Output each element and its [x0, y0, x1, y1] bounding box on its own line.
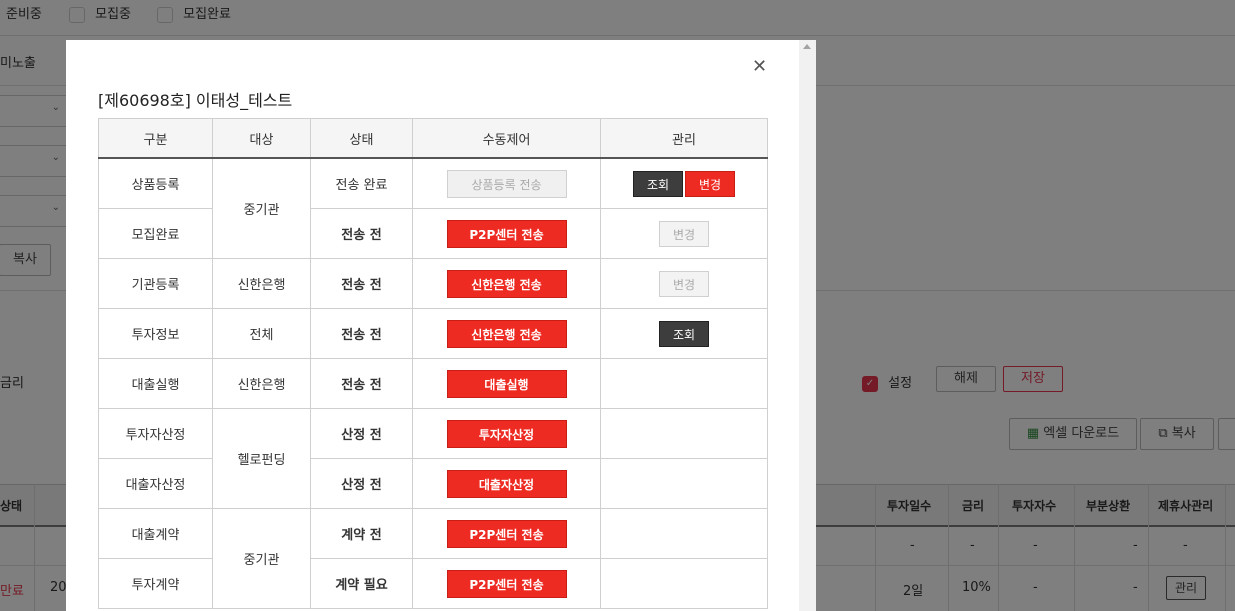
close-icon[interactable]: ✕	[752, 56, 767, 77]
view-button[interactable]: 조회	[659, 320, 709, 347]
cell-status: 전송 전	[310, 208, 413, 259]
table-row: 대출실행 신한은행 전송 전 대출실행	[98, 358, 768, 409]
cell-status: 산정 전	[310, 458, 413, 509]
table-row: 모집완료 전송 전 P2P센터 전송 변경	[98, 208, 768, 259]
cell-status: 계약 필요	[310, 558, 413, 609]
table-row: 기관등록 신한은행 전송 전 신한은행 전송 변경	[98, 258, 768, 309]
cell-manual-control: 대출실행	[412, 358, 601, 409]
manual-control-button: 상품등록 전송	[446, 169, 567, 198]
table-row: 대출자산정 산정 전 대출자산정	[98, 458, 768, 509]
manual-control-button[interactable]: 신한은행 전송	[446, 319, 567, 348]
cell-manual-control: 투자자산정	[412, 408, 601, 459]
cell-category: 투자정보	[98, 308, 213, 359]
manual-control-button[interactable]: P2P센터 전송	[446, 519, 567, 548]
change-button: 변경	[659, 220, 709, 247]
cell-manage	[600, 408, 768, 459]
cell-manage: 변경	[600, 258, 768, 309]
cell-status: 계약 전	[310, 508, 413, 559]
cell-manage	[600, 508, 768, 559]
manual-control-button[interactable]: 대출자산정	[446, 469, 567, 498]
cell-manage: 조회 변경	[600, 157, 768, 209]
manual-control-button[interactable]: P2P센터 전송	[446, 219, 567, 248]
manual-control-button[interactable]: P2P센터 전송	[446, 569, 567, 598]
cell-manual-control: 신한은행 전송	[412, 258, 601, 309]
cell-status: 전송 전	[310, 258, 413, 309]
cell-category: 모집완료	[98, 208, 213, 259]
cell-manual-control: 신한은행 전송	[412, 308, 601, 359]
cell-category: 대출자산정	[98, 458, 213, 509]
cell-manual-control: 상품등록 전송	[412, 157, 601, 209]
cell-manage	[600, 458, 768, 509]
table-row: 상품등록 중기관 전송 완료 상품등록 전송 조회 변경	[98, 157, 768, 259]
th-manual-control: 수동제어	[412, 118, 601, 159]
modal-title: [제60698호] 이태성_테스트	[98, 91, 293, 110]
cell-target: 중기관	[212, 157, 311, 259]
table-row: 투자자산정 헬로펀딩 산정 전 투자자산정	[98, 408, 768, 509]
cell-category: 투자자산정	[98, 408, 213, 459]
cell-target: 전체	[212, 308, 311, 359]
cell-category: 대출계약	[98, 508, 213, 559]
table-row: 대출계약 중기관 계약 전 P2P센터 전송	[98, 508, 768, 609]
change-button[interactable]: 변경	[685, 170, 735, 197]
cell-target: 헬로펀딩	[212, 408, 311, 509]
cell-status: 전송 전	[310, 308, 413, 359]
cell-target: 중기관	[212, 508, 311, 609]
manual-control-button[interactable]: 대출실행	[446, 369, 567, 398]
cell-category: 상품등록	[98, 157, 213, 209]
manual-control-button[interactable]: 신한은행 전송	[446, 269, 567, 298]
th-category: 구분	[98, 118, 213, 159]
change-button: 변경	[659, 270, 709, 297]
cell-manage	[600, 558, 768, 609]
cell-status: 산정 전	[310, 408, 413, 459]
cell-status: 전송 완료	[310, 157, 413, 209]
manual-control-button[interactable]: 투자자산정	[446, 419, 567, 448]
cell-manage	[600, 358, 768, 409]
scroll-up-arrow-icon[interactable]	[803, 44, 811, 49]
control-table: 구분 대상 상태 수동제어 관리 상품등록 중기관 전송 완료 상품등록 전송 조회 변경…	[98, 118, 768, 609]
cell-category: 대출실행	[98, 358, 213, 409]
table-row: 투자정보 전체 전송 전 신한은행 전송 조회	[98, 308, 768, 359]
table-header-row: 구분 대상 상태 수동제어 관리	[98, 118, 768, 159]
scrollbar[interactable]	[799, 40, 816, 611]
cell-target: 신한은행	[212, 358, 311, 409]
view-button[interactable]: 조회	[633, 170, 683, 197]
cell-manual-control: P2P센터 전송	[412, 508, 601, 559]
table-row: 투자계약 계약 필요 P2P센터 전송	[98, 558, 768, 609]
cell-manual-control: P2P센터 전송	[412, 558, 601, 609]
control-modal: ✕ [제60698호] 이태성_테스트 구분 대상 상태 수동제어 관리 상품등…	[66, 40, 816, 611]
th-target: 대상	[212, 118, 311, 159]
cell-status: 전송 전	[310, 358, 413, 409]
th-status: 상태	[310, 118, 413, 159]
th-manage: 관리	[600, 118, 768, 159]
cell-category: 투자계약	[98, 558, 213, 609]
cell-manage: 변경	[600, 208, 768, 259]
cell-target: 신한은행	[212, 258, 311, 309]
cell-manual-control: P2P센터 전송	[412, 208, 601, 259]
cell-category: 기관등록	[98, 258, 213, 309]
cell-manage: 조회	[600, 308, 768, 359]
cell-manual-control: 대출자산정	[412, 458, 601, 509]
